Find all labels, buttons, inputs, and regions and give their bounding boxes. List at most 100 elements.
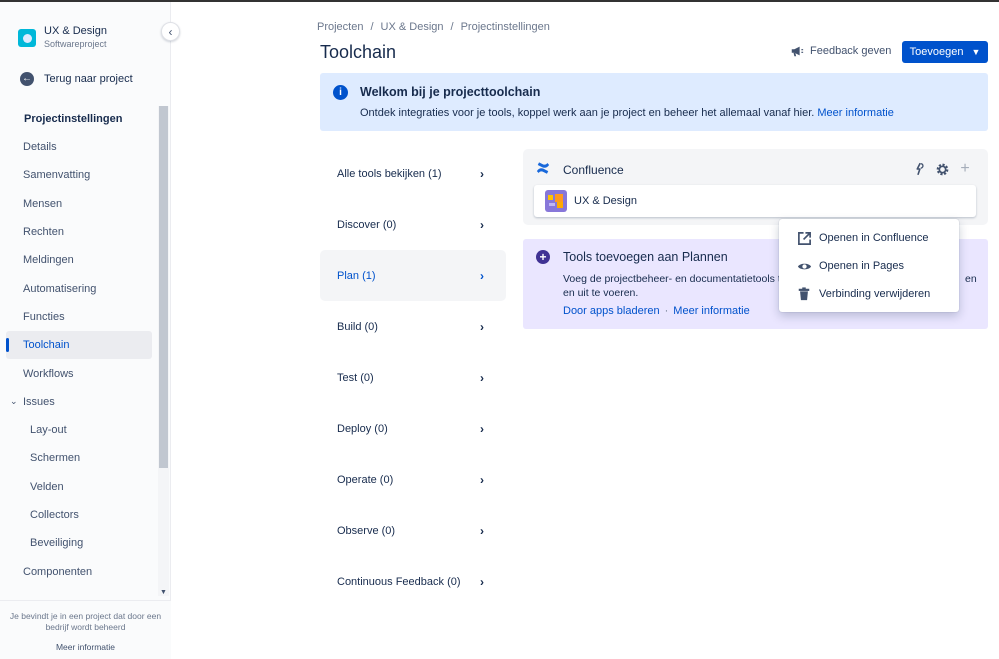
stage-list: Alle tools bekijken (1) › Discover (0) › P… — [320, 148, 506, 607]
stage-test[interactable]: Test (0) › — [320, 352, 506, 403]
banner-title: Welkom bij je projecttoolchain — [360, 85, 541, 99]
chevron-right-icon: › — [480, 268, 484, 283]
space-actions-menu: Openen in Confluence Openen in Pages Ver… — [779, 219, 959, 312]
stage-all-tools[interactable]: Alle tools bekijken (1) › — [320, 148, 506, 199]
sidebar: UX & Design Softwareproject ← Terug naar… — [0, 2, 171, 659]
sidebar-item-lay-out[interactable]: Lay-out — [6, 416, 152, 444]
add-space-button[interactable]: + — [957, 160, 973, 177]
link-separator: · — [664, 305, 669, 317]
add-button[interactable]: Toevoegen ▼ — [902, 41, 988, 63]
stage-discover[interactable]: Discover (0) › — [320, 199, 506, 250]
sidebar-nav: Details Samenvatting Mensen Rechten Meld… — [6, 133, 152, 586]
nav-heading: Projectinstellingen — [24, 113, 123, 125]
stage-plan[interactable]: Plan (1) › — [320, 250, 506, 301]
stage-observe[interactable]: Observe (0) › — [320, 505, 506, 556]
sidebar-footer: Je bevindt je in een project dat door ee… — [0, 600, 171, 659]
sidebar-item-details[interactable]: Details — [6, 133, 152, 161]
sidebar-item-label: Automatisering — [23, 282, 97, 295]
sidebar-item-label: Lay-out — [30, 424, 67, 437]
sidebar-item-velden[interactable]: Velden — [6, 473, 152, 501]
sidebar-item-label: Samenvatting — [23, 169, 91, 182]
scroll-down-icon[interactable]: ▼ — [160, 589, 167, 596]
sidebar-item-collectors[interactable]: Collectors — [6, 501, 152, 529]
menu-item-remove-connection[interactable]: Verbinding verwijderen — [779, 280, 959, 308]
chevron-right-icon: › — [480, 574, 484, 589]
browse-apps-link[interactable]: Door apps bladeren — [563, 305, 660, 317]
stage-label: Alle tools bekijken (1) — [337, 167, 442, 180]
stage-deploy[interactable]: Deploy (0) › — [320, 403, 506, 454]
banner-text-body: Ontdek integraties voor je tools, koppel… — [360, 107, 815, 119]
chevron-right-icon: › — [480, 472, 484, 487]
stage-label: Test (0) — [337, 371, 374, 384]
stage-label: Continuous Feedback (0) — [337, 575, 461, 588]
back-label: Terug naar project — [44, 73, 133, 85]
link-icon — [916, 162, 924, 176]
footer-text: Je bevindt je in een project dat door ee… — [9, 611, 162, 632]
stage-label: Plan (1) — [337, 269, 376, 282]
back-to-project-link[interactable]: ← Terug naar project — [20, 72, 133, 86]
add-tools-title: Tools toevoegen aan Plannen — [563, 250, 728, 264]
add-tools-text-line2: en uit te voeren. — [563, 287, 639, 299]
stage-build[interactable]: Build (0) › — [320, 301, 506, 352]
menu-item-open-in-pages[interactable]: Openen in Pages — [779, 252, 959, 280]
chevron-down-icon: ▼ — [971, 47, 981, 57]
sidebar-item-samenvatting[interactable]: Samenvatting — [6, 161, 152, 189]
confluence-actions: + — [911, 160, 980, 177]
sidebar-item-label: Meldingen — [23, 254, 74, 267]
add-tools-links: Door apps bladeren · Meer informatie — [563, 305, 750, 317]
sidebar-item-schermen[interactable]: Schermen — [6, 444, 152, 472]
trash-icon — [796, 286, 812, 302]
stage-label: Operate (0) — [337, 473, 394, 486]
gear-icon — [936, 163, 948, 175]
menu-item-label: Verbinding verwijderen — [819, 288, 931, 300]
feedback-label: Feedback geven — [810, 45, 892, 57]
megaphone-icon — [791, 46, 804, 57]
menu-item-open-in-confluence[interactable]: Openen in Confluence — [779, 224, 959, 252]
unlink-button[interactable] — [911, 161, 927, 177]
breadcrumb: Projecten / UX & Design / Projectinstell… — [317, 21, 557, 33]
sidebar-item-toolchain[interactable]: Toolchain — [6, 331, 152, 360]
sidebar-item-label: Rechten — [23, 226, 64, 239]
scrollbar-thumb[interactable] — [159, 106, 168, 468]
sidebar-item-label: Componenten — [23, 565, 93, 578]
sidebar-item-label: Beveiliging — [30, 537, 84, 550]
sidebar-item-mensen[interactable]: Mensen — [6, 190, 152, 218]
info-icon: i — [333, 85, 348, 100]
breadcrumb-projects[interactable]: Projecten — [317, 21, 363, 33]
settings-button[interactable] — [934, 161, 950, 177]
add-label: Toevoegen — [909, 46, 964, 58]
plan-more-info-link[interactable]: Meer informatie — [673, 305, 749, 317]
space-name: UX & Design — [574, 195, 637, 207]
sidebar-item-issues[interactable]: ⌄ Issues — [6, 388, 152, 416]
sidebar-item-beveiliging[interactable]: Beveiliging — [6, 529, 152, 557]
sidebar-scrollbar[interactable]: ▼ — [158, 106, 169, 596]
stage-operate[interactable]: Operate (0) › — [320, 454, 506, 505]
sidebar-item-componenten[interactable]: Componenten — [6, 557, 152, 585]
menu-item-label: Openen in Pages — [819, 260, 905, 272]
project-header[interactable]: UX & Design Softwareproject — [18, 24, 107, 51]
breadcrumb-project[interactable]: UX & Design — [381, 21, 444, 33]
sidebar-item-meldingen[interactable]: Meldingen — [6, 246, 152, 274]
linked-space-row[interactable]: UX & Design — [534, 185, 976, 217]
feedback-button[interactable]: Feedback geven — [790, 44, 891, 58]
collapse-sidebar-button[interactable]: ‹ — [161, 22, 180, 41]
sidebar-item-label: Mensen — [23, 197, 63, 210]
sidebar-item-automatisering[interactable]: Automatisering — [6, 274, 152, 302]
sidebar-item-label: Collectors — [30, 509, 79, 521]
stage-continuous-feedback[interactable]: Continuous Feedback (0) › — [320, 556, 506, 607]
sidebar-item-functies[interactable]: Functies — [6, 303, 152, 331]
banner-text: Ontdek integraties voor je tools, koppel… — [360, 107, 894, 119]
chevron-down-icon: ⌄ — [10, 396, 18, 407]
breadcrumb-settings[interactable]: Projectinstellingen — [461, 21, 550, 33]
confluence-card: Confluence + UX & Design — [523, 149, 988, 225]
sidebar-item-label: Issues — [23, 395, 55, 408]
sidebar-item-workflows[interactable]: Workflows — [6, 359, 152, 387]
page-title: Toolchain — [320, 42, 397, 62]
footer-more-info-link[interactable]: Meer informatie — [0, 642, 171, 652]
chevron-right-icon: › — [480, 523, 484, 538]
chevron-right-icon: › — [480, 370, 484, 385]
sidebar-item-label: Workflows — [23, 367, 74, 380]
banner-more-info-link[interactable]: Meer informatie — [817, 107, 893, 119]
sidebar-item-rechten[interactable]: Rechten — [6, 218, 152, 246]
add-tools-text-line1: Voeg de projectbeheer- en documentatieto… — [563, 273, 787, 285]
